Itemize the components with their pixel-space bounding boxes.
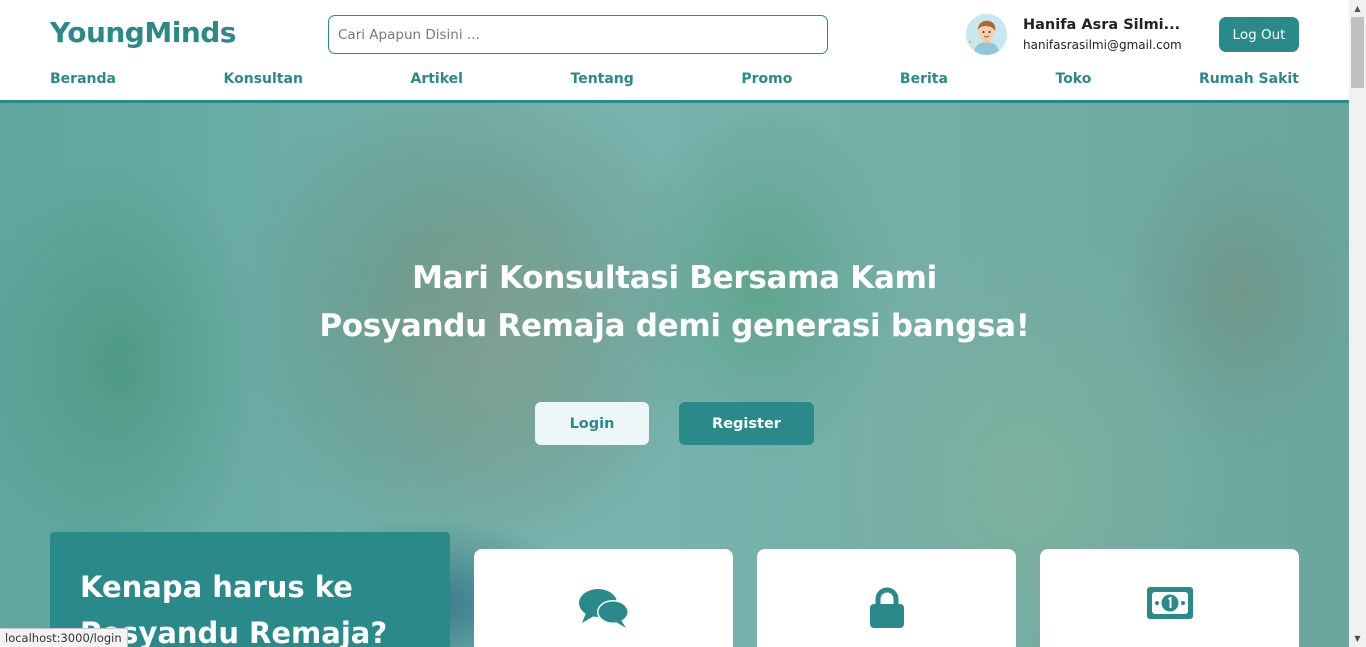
nav-item-toko[interactable]: Toko [1056,71,1092,87]
user-avatar[interactable] [966,14,1007,55]
lock-icon [869,587,905,633]
why-title-line2: Posyandu Remaja? [80,616,388,647]
nav-item-beranda[interactable]: Beranda [50,71,116,87]
logout-button[interactable]: Log Out [1219,17,1299,52]
login-button[interactable]: Login [535,402,649,445]
site-header: YoungMinds Hanifa Asra Silmi... hanifasr… [0,0,1349,103]
feature-card-consultation[interactable] [474,549,733,647]
scroll-thumb[interactable] [1351,17,1364,88]
scroll-up-arrow-icon[interactable]: ▲ [1349,0,1366,17]
nav-item-konsultan[interactable]: Konsultan [224,71,303,87]
main-nav: Beranda Konsultan Artikel Tentang Promo … [50,71,1299,87]
nav-item-artikel[interactable]: Artikel [410,71,462,87]
nav-item-promo[interactable]: Promo [741,71,792,87]
nav-item-tentang[interactable]: Tentang [571,71,634,87]
site-logo[interactable]: YoungMinds [50,16,236,49]
avatar-illustration-icon [966,14,1007,55]
hero-title-line2: Posyandu Remaja demi generasi bangsa! [319,308,1030,344]
scroll-down-arrow-icon[interactable]: ▼ [1349,630,1366,647]
vertical-scrollbar[interactable]: ▲ ▼ [1349,0,1366,647]
why-title-line1: Kenapa harus ke [80,570,353,604]
register-button[interactable]: Register [679,402,814,445]
nav-item-rumah-sakit[interactable]: Rumah Sakit [1199,71,1299,87]
feature-card-price[interactable] [1040,549,1299,647]
chat-bubbles-icon [578,587,630,633]
feature-card-privacy[interactable] [757,549,1016,647]
money-icon [1146,587,1193,623]
status-bar-url: localhost:3000/login [0,628,128,647]
user-email: hanifasrasilmi@gmail.com [1023,38,1182,52]
search-input[interactable] [328,15,828,54]
user-name: Hanifa Asra Silmi... [1023,17,1181,33]
nav-item-berita[interactable]: Berita [900,71,948,87]
hero-title-line1: Mari Konsultasi Bersama Kami [412,260,937,296]
